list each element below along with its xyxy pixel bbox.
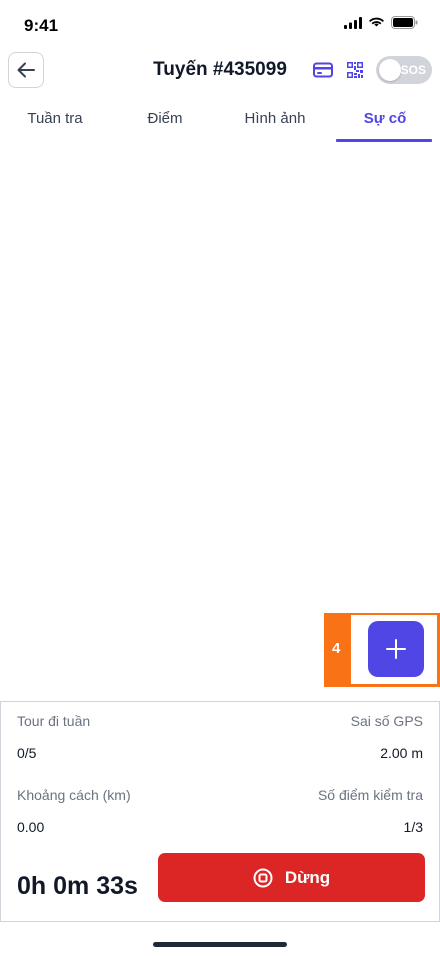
sos-toggle-knob	[379, 59, 401, 81]
battery-icon	[391, 16, 418, 29]
plus-icon	[386, 639, 406, 659]
signal-icon	[344, 16, 362, 29]
card-icon	[313, 62, 333, 78]
row-labels-2: Khoảng cách (km) Số điểm kiểm tra	[17, 787, 423, 803]
wifi-icon	[369, 17, 384, 26]
gps-label: Sai số GPS	[350, 713, 423, 729]
header-actions: SOS	[312, 56, 432, 84]
gps-value: 2.00 m	[380, 745, 423, 761]
checkpoints-value: 1/3	[403, 819, 423, 835]
checkpoints-label: Số điểm kiểm tra	[317, 787, 423, 803]
home-indicator	[153, 942, 287, 947]
header: Tuyến #435099 SOS	[0, 52, 440, 92]
qr-button[interactable]	[344, 59, 366, 81]
distance-value: 0.00	[17, 819, 45, 835]
tab-bar: Tuần tra Điểm Hình ảnh Sự cố	[0, 98, 440, 142]
status-icons	[344, 16, 418, 29]
row-labels-1: Tour đi tuần Sai số GPS	[17, 713, 423, 729]
stop-label: Dừng	[284, 867, 331, 887]
highlight-number: 4	[332, 640, 341, 657]
row-values-2: 0.00 1/3	[17, 819, 423, 835]
row-values-1: 0/5 2.00 m	[17, 745, 423, 761]
status-bar: 9:41	[0, 0, 440, 50]
stop-circle-icon	[253, 868, 273, 887]
qr-code-icon	[347, 62, 363, 78]
tour-label: Tour đi tuần	[17, 713, 91, 729]
status-time: 9:41	[24, 16, 59, 35]
tour-value: 0/5	[17, 745, 37, 761]
patrol-info-panel: Tour đi tuần Sai số GPS 0/5 2.00 m Khoản…	[0, 701, 440, 922]
sos-toggle[interactable]: SOS	[376, 56, 432, 84]
elapsed-timer: 0h 0m 33s	[17, 872, 138, 900]
tab-patrol[interactable]: Tuần tra	[0, 98, 110, 142]
distance-label: Khoảng cách (km)	[17, 787, 131, 803]
tab-incidents[interactable]: Sự cố	[330, 98, 440, 142]
tab-points[interactable]: Điểm	[110, 98, 220, 142]
sos-label: SOS	[400, 63, 426, 77]
stop-button[interactable]: Dừng	[158, 853, 425, 902]
tab-images[interactable]: Hình ảnh	[220, 98, 330, 142]
add-incident-button[interactable]	[368, 621, 424, 677]
card-button[interactable]	[312, 59, 334, 81]
